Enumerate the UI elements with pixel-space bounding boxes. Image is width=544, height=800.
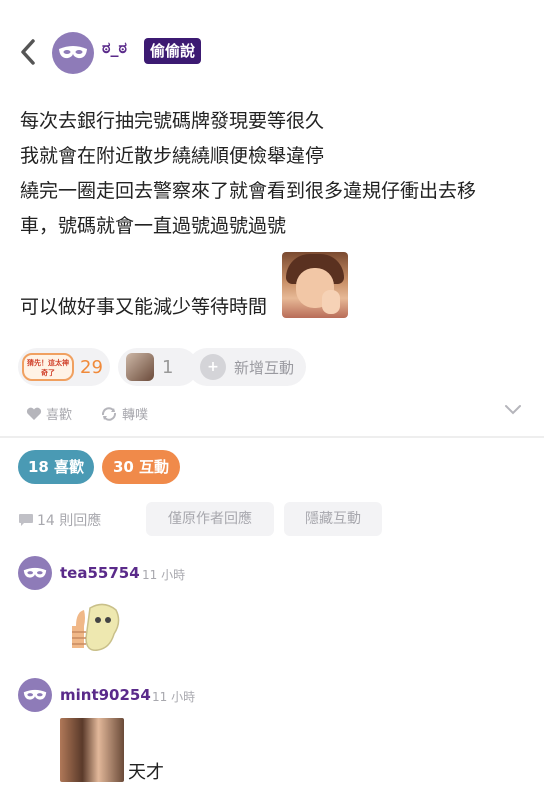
reaction-sticker-wow[interactable]: 猜先！這太神奇了 29 <box>18 348 110 386</box>
thumbs-up-sticker-icon <box>72 603 120 651</box>
mask-icon <box>59 46 87 59</box>
post-line: 我就會在附近散步繞繞順便檢舉違停 <box>20 145 325 167</box>
post-header: ಠ_ಠ 偷偷說 <box>0 24 544 80</box>
post-line: 繞完一圈走回去警察來了就會看到很多違規仔衝出去移 <box>20 180 477 202</box>
post-content: 每次去銀行抽完號碼牌發現要等很久 我就會在附近散步繞繞順便檢舉違停 繞完一圈走回… <box>20 104 530 325</box>
add-emoji-icon: + <box>200 354 226 380</box>
author-only-filter[interactable]: 僅原作者回應 <box>146 502 274 536</box>
comment-item: tea55754 11 小時 <box>18 556 528 666</box>
commenter-name[interactable]: mint90254 <box>60 686 151 704</box>
hide-interactions-filter[interactable]: 隱藏互動 <box>284 502 382 536</box>
repost-label: 轉噗 <box>122 408 149 423</box>
comment-time: 11 小時 <box>142 568 186 582</box>
chevron-down-icon <box>505 405 521 415</box>
author-name[interactable]: ಠ_ಠ <box>102 38 127 58</box>
add-reaction-label: 新增互動 <box>234 358 295 377</box>
expand-button[interactable] <box>504 404 522 416</box>
like-button[interactable]: 喜歡 <box>26 404 72 423</box>
reply-count-label: 14 則回應 <box>37 513 102 529</box>
heart-icon <box>26 407 42 420</box>
post-actions: 喜歡 轉噗 <box>26 404 526 428</box>
anonymous-badge: 偷偷說 <box>144 38 202 64</box>
emoticon-image <box>282 252 348 318</box>
comment-item: mint90254 11 小時 天才 <box>18 678 528 790</box>
commenter-avatar[interactable] <box>18 678 52 712</box>
commenter-avatar[interactable] <box>18 556 52 590</box>
repost-icon <box>101 406 117 421</box>
like-label: 喜歡 <box>46 408 73 423</box>
reaction-sticker-face[interactable]: 1 <box>118 348 198 386</box>
post-line: 車，號碼就會一直過號過號過號 <box>20 215 287 237</box>
post-line-last: 可以做好事又能減少等待時間 <box>20 296 268 318</box>
reply-filters: 14 則回應 僅原作者回應 隱藏互動 <box>18 502 528 536</box>
sticker-wow-icon: 猜先！這太神奇了 <box>22 353 74 381</box>
mask-icon <box>23 567 47 578</box>
comment-time: 11 小時 <box>152 690 196 704</box>
chevron-left-icon <box>21 39 35 65</box>
reaction-count: 29 <box>80 356 103 378</box>
mask-icon <box>23 689 47 700</box>
divider <box>0 436 544 438</box>
comment-icon <box>19 514 33 526</box>
add-reaction-button[interactable]: + 新增互動 <box>188 348 306 386</box>
interactions-count-pill[interactable]: 30 互動 <box>102 450 180 484</box>
likes-count-pill[interactable]: 18 喜歡 <box>18 450 94 484</box>
repost-button[interactable]: 轉噗 <box>100 404 148 423</box>
back-button[interactable] <box>14 34 42 70</box>
comment-image[interactable] <box>60 718 124 782</box>
comment-text: 天才 <box>128 762 164 783</box>
post-line: 每次去銀行抽完號碼牌發現要等很久 <box>20 110 325 132</box>
reply-count: 14 則回應 <box>18 510 101 530</box>
reaction-bar: 猜先！這太神奇了 29 1 + 新增互動 <box>18 348 538 388</box>
sticker-face-icon <box>126 353 154 381</box>
author-avatar[interactable] <box>52 32 94 74</box>
commenter-name[interactable]: tea55754 <box>60 564 140 582</box>
reaction-count: 1 <box>162 356 174 378</box>
